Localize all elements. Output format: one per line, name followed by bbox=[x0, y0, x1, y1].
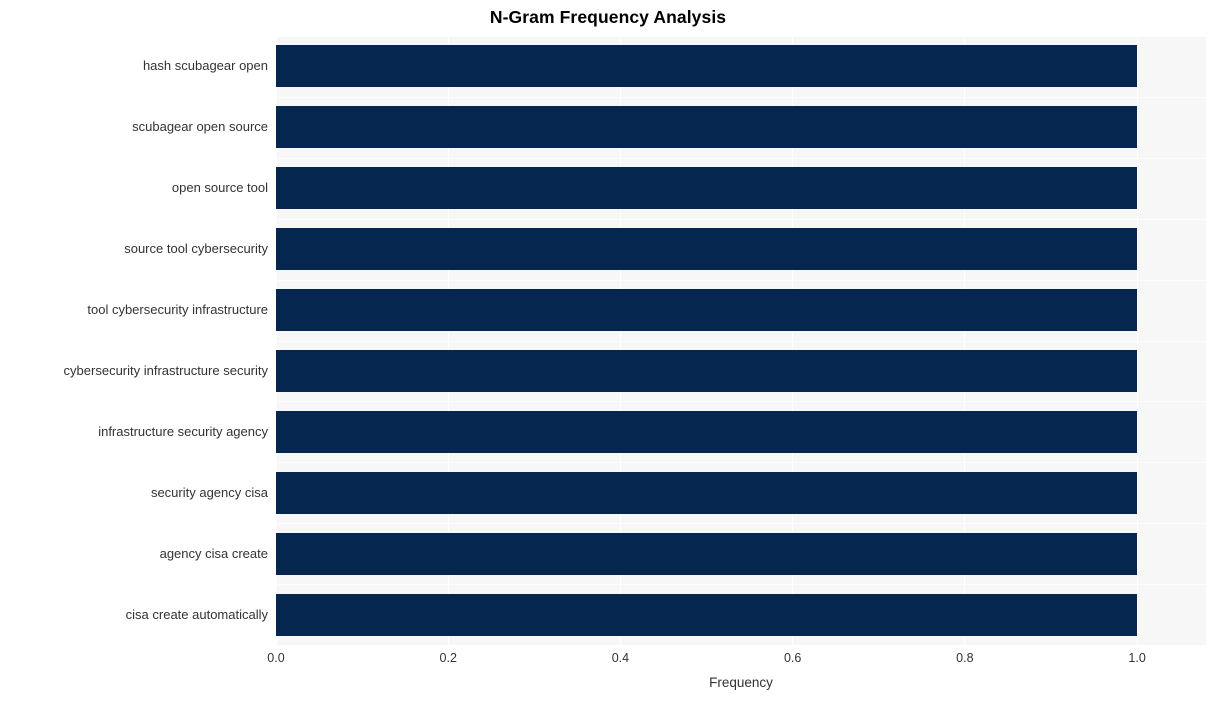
bar[interactable] bbox=[276, 167, 1138, 209]
y-axis-tick-label: cybersecurity infrastructure security bbox=[63, 362, 268, 378]
horizontal-gridline bbox=[276, 219, 1206, 220]
y-axis-tick-label: agency cisa create bbox=[159, 545, 268, 561]
y-axis-tick-label: hash scubagear open bbox=[142, 58, 268, 74]
bar[interactable] bbox=[276, 228, 1138, 270]
y-axis-tick-label: scubagear open source bbox=[132, 119, 268, 135]
bar[interactable] bbox=[276, 533, 1138, 575]
horizontal-gridline bbox=[276, 584, 1206, 585]
x-axis-tick-label: 0.0 bbox=[267, 651, 285, 665]
x-axis-tick-label: 0.8 bbox=[956, 651, 974, 665]
bar[interactable] bbox=[276, 411, 1138, 453]
horizontal-gridline bbox=[276, 97, 1206, 98]
bar[interactable] bbox=[276, 350, 1138, 392]
x-axis-tick-labels: 0.0 0.2 0.4 0.6 0.8 1.0 bbox=[0, 651, 1216, 671]
x-axis-tick-label: 0.2 bbox=[439, 651, 457, 665]
chart-figure: N-Gram Frequency Analysis hash scubagear… bbox=[0, 0, 1216, 701]
bar[interactable] bbox=[276, 472, 1138, 514]
y-axis-tick-labels: hash scubagear open scubagear open source… bbox=[0, 0, 268, 701]
horizontal-gridline bbox=[276, 462, 1206, 463]
y-axis-tick-label: tool cybersecurity infrastructure bbox=[87, 302, 268, 318]
bar[interactable] bbox=[276, 45, 1138, 87]
y-axis-tick-label: security agency cisa bbox=[150, 484, 268, 500]
x-axis-tick-label: 0.4 bbox=[611, 651, 630, 665]
y-axis-tick-label: infrastructure security agency bbox=[98, 423, 268, 439]
bar[interactable] bbox=[276, 594, 1138, 636]
horizontal-gridline bbox=[276, 158, 1206, 159]
x-axis-label: Frequency bbox=[709, 675, 773, 690]
horizontal-gridline bbox=[276, 401, 1206, 402]
y-axis-tick-label: cisa create automatically bbox=[125, 606, 268, 622]
x-axis-tick-label: 1.0 bbox=[1128, 651, 1146, 665]
bar[interactable] bbox=[276, 289, 1138, 331]
horizontal-gridline bbox=[276, 280, 1206, 281]
y-axis-tick-label: open source tool bbox=[171, 180, 268, 196]
horizontal-gridline bbox=[276, 523, 1206, 524]
y-axis-tick-label: source tool cybersecurity bbox=[124, 241, 268, 257]
bar[interactable] bbox=[276, 106, 1138, 148]
x-axis-tick-label: 0.6 bbox=[783, 651, 802, 665]
horizontal-gridline bbox=[276, 36, 1206, 37]
plot-area bbox=[276, 36, 1206, 645]
horizontal-gridline bbox=[276, 341, 1206, 342]
